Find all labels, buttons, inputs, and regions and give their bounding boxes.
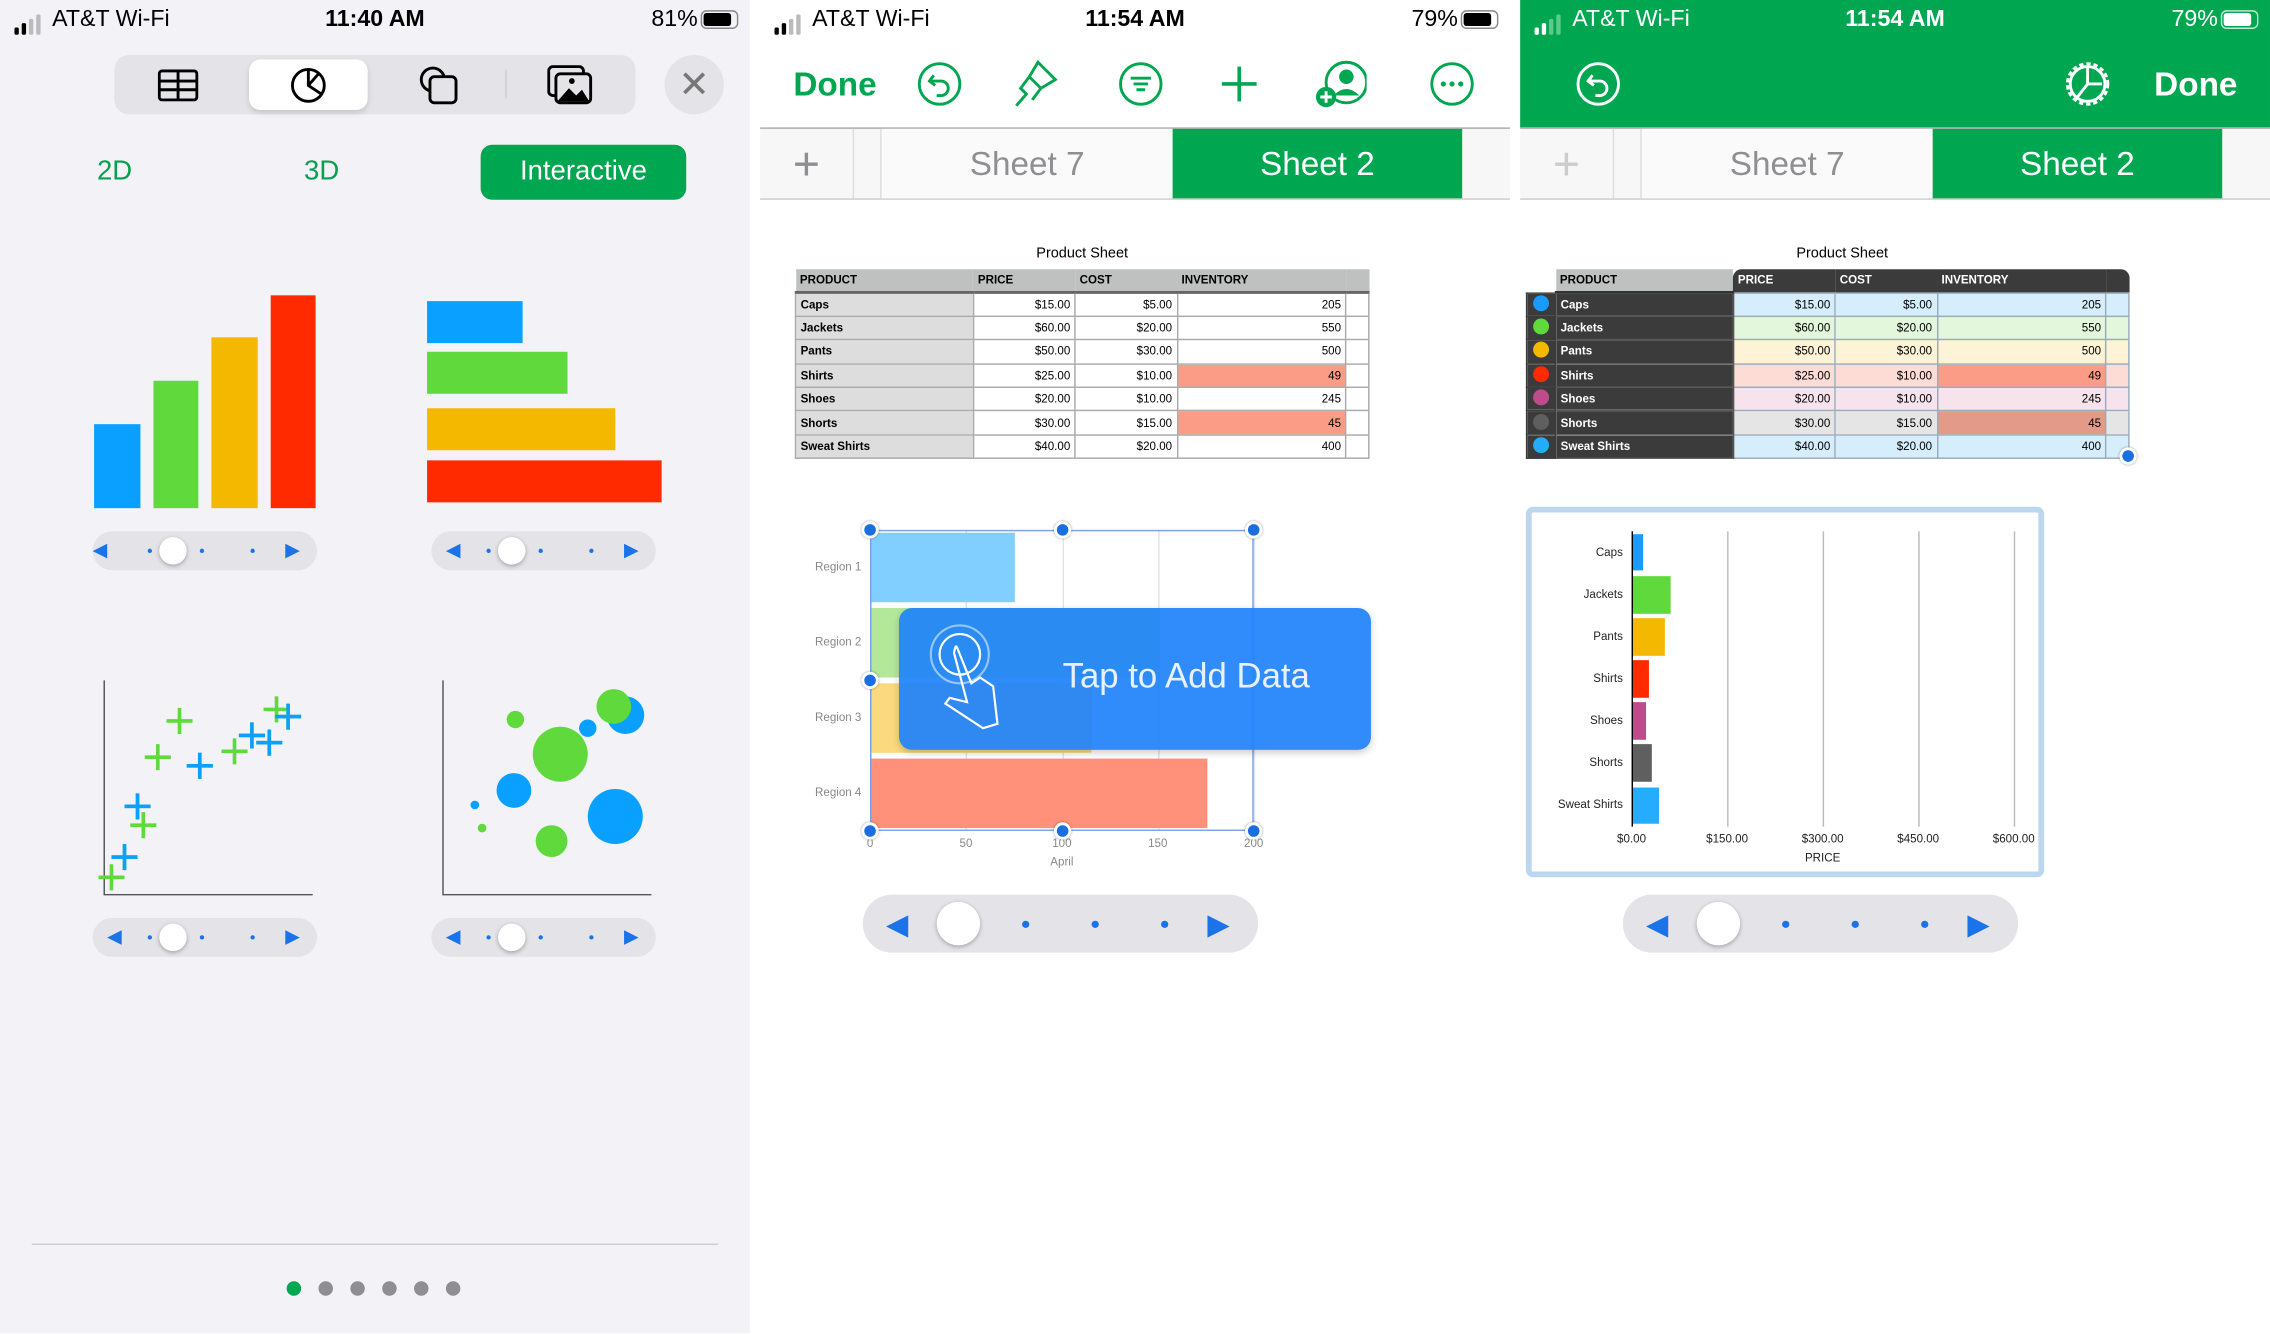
clock: 11:40 AM <box>325 7 425 32</box>
thumbnail-slider[interactable]: ◀ ▶ <box>92 917 318 957</box>
interactive-bubble-chart-thumbnail[interactable] <box>434 673 666 897</box>
tab-2d[interactable]: 2D <box>97 156 132 188</box>
category-label: Shorts <box>1589 756 1623 770</box>
thumbnail-slider[interactable]: ◀ ▶ <box>431 917 656 957</box>
category-label: Caps <box>1595 545 1623 559</box>
media-icon <box>547 64 593 104</box>
bar[interactable] <box>1633 618 1665 656</box>
gridline <box>2013 531 2016 827</box>
bar[interactable] <box>1633 786 1659 825</box>
tap-to-add-data-label: Tap to Add Data <box>1062 657 1310 697</box>
selection-handle[interactable] <box>1245 822 1263 840</box>
thumbnail-slider[interactable]: ◀ ▶ <box>92 531 318 571</box>
status-bar: AT&T Wi-Fi 11:40 AM 81% <box>0 6 750 38</box>
bar[interactable] <box>1633 576 1672 614</box>
x-tick-label: $300.00 <box>1801 832 1844 846</box>
selection-handle[interactable] <box>1245 521 1263 539</box>
category-label: Sweat Shirts <box>1557 798 1623 812</box>
thumbnail-slider[interactable]: ◀ ▶ <box>431 531 656 571</box>
x-tick-label: $450.00 <box>1897 832 1940 846</box>
segment-divider <box>505 69 507 99</box>
category-label: Pants <box>1593 629 1623 643</box>
category-label: Region 4 <box>815 786 862 800</box>
battery-percent: 81% <box>651 7 698 32</box>
gridline <box>1918 531 1920 827</box>
chart-data-slider[interactable]: ◀ ▶ <box>862 894 1259 953</box>
category-label: Region 2 <box>815 635 862 649</box>
interactive-scatter-chart-thumbnail[interactable] <box>90 673 322 897</box>
spreadsheet-edit-panel: AT&T Wi-Fi 11:54 AM 79% Done + Sheet 7 S… <box>760 0 1510 1334</box>
gridline <box>1727 531 1729 827</box>
interactive-column-chart-thumbnail[interactable] <box>87 290 326 514</box>
selection-handle[interactable] <box>861 671 879 690</box>
tab-3d[interactable]: 3D <box>304 156 339 188</box>
x-axis-title: PRICE <box>1804 851 1841 865</box>
interactive-bar-chart-thumbnail[interactable] <box>420 290 669 510</box>
chart-picker-panel: AT&T Wi-Fi 11:40 AM 81% ✕ 2D 3D Interact… <box>0 0 750 1334</box>
divider <box>31 1243 719 1246</box>
selection-handle[interactable] <box>861 822 879 840</box>
bar[interactable] <box>1633 702 1646 740</box>
close-button[interactable]: ✕ <box>664 55 724 115</box>
chart-data-edit-panel: AT&T Wi-Fi 11:54 AM 79% Done + Sheet 7 S… <box>1520 0 2270 1334</box>
bar[interactable] <box>1633 744 1653 782</box>
category-label: Shirts <box>1593 671 1623 685</box>
battery-icon <box>700 10 739 29</box>
price-chart[interactable]: $0.00 $150.00 $300.00 $450.00 $600.00 Caps Jac… <box>1520 0 2270 1333</box>
category-label: Shoes <box>1590 713 1623 727</box>
segment-media[interactable] <box>511 59 630 110</box>
x-tick-label: $600.00 <box>1992 832 2035 846</box>
x-axis-title: April <box>1050 855 1074 869</box>
segment-table[interactable] <box>119 59 238 110</box>
tab-interactive[interactable]: Interactive <box>480 144 687 200</box>
bar[interactable] <box>1633 660 1649 698</box>
selection-handle[interactable] <box>861 521 879 539</box>
chart-icon <box>290 67 326 103</box>
table-icon <box>157 68 199 101</box>
x-tick-label: $0.00 <box>1617 832 1647 846</box>
insert-segmented-control <box>114 55 636 115</box>
gridline <box>1822 531 1825 827</box>
category-label: Region 3 <box>815 710 862 724</box>
x-tick-label: $150.00 <box>1706 832 1749 846</box>
category-label: Region 1 <box>815 560 862 574</box>
selection-handle[interactable] <box>1053 822 1072 840</box>
selection-handle[interactable] <box>1053 521 1072 539</box>
segment-chart[interactable] <box>249 59 368 111</box>
chart-data-slider[interactable]: ◀ ▶ <box>1622 894 2019 953</box>
x-tick-label: 150 <box>1148 836 1168 850</box>
shapes-icon <box>419 65 458 104</box>
bar[interactable] <box>1633 533 1643 571</box>
segment-shapes[interactable] <box>379 59 498 110</box>
x-tick-label: 50 <box>959 836 973 850</box>
tap-hand-icon <box>929 624 999 730</box>
tap-to-add-data-button[interactable]: Tap to Add Data <box>899 608 1371 750</box>
category-label: Jackets <box>1583 587 1623 601</box>
